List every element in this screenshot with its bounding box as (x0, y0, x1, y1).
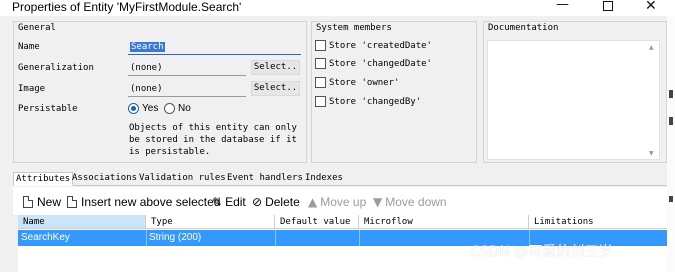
cell-attribute-name[interactable]: SearchKey (18, 230, 70, 246)
new-button[interactable]: New (23, 195, 61, 209)
tab-indexes[interactable]: Indexes (303, 172, 345, 186)
delete-icon: ⊘ (252, 195, 263, 209)
image-select-button[interactable]: Select.. (251, 81, 300, 96)
arrow-up-icon: ▲ (308, 195, 318, 209)
background-text-fragment (669, 117, 673, 125)
store-changed-date-checkbox[interactable] (315, 58, 326, 69)
store-owner-label[interactable]: Store 'owner' (329, 78, 399, 88)
store-created-date-label[interactable]: Store 'createdDate' (329, 41, 432, 51)
cell-attribute-type[interactable]: String (200) (146, 230, 201, 246)
column-divider (275, 230, 276, 246)
move-up-label: Move up (320, 195, 367, 209)
window-title: Properties of Entity 'MyFirstModule.Sear… (12, 0, 242, 14)
generalization-field[interactable]: (none) (128, 61, 246, 76)
store-changed-by-checkbox[interactable] (315, 96, 326, 107)
name-label: Name (18, 42, 40, 52)
column-header-default-value[interactable]: Default value (275, 215, 359, 229)
store-changed-by-label[interactable]: Store 'changedBy' (329, 97, 421, 107)
background-text-fragment (669, 90, 673, 98)
close-button[interactable]: ✕ (645, 0, 657, 14)
scroll-up-icon[interactable]: ▲ (649, 44, 654, 51)
pencil-icon: ✎ (212, 195, 223, 209)
tab-event-handlers[interactable]: Event handlers (225, 172, 305, 186)
store-changed-date-label[interactable]: Store 'changedDate' (329, 59, 432, 69)
name-value: Search (130, 42, 165, 52)
persistable-note-line: is persistable. (129, 147, 211, 157)
generalization-select-button[interactable]: Select.. (251, 60, 300, 75)
documentation-title: Documentation (488, 23, 559, 33)
new-document-icon (23, 196, 33, 208)
tab-associations[interactable]: Associations (70, 172, 139, 186)
image-label: Image (18, 84, 46, 94)
new-button-label: New (37, 195, 62, 209)
persistable-yes-radio[interactable] (128, 103, 139, 114)
insert-new-above-button[interactable]: Insert new above selected (67, 195, 220, 209)
arrow-down-icon: ▼ (373, 195, 383, 209)
column-divider (359, 230, 360, 246)
insert-new-above-label: Insert new above selected (81, 195, 221, 209)
maximize-button[interactable] (603, 1, 613, 11)
image-field[interactable]: (none) (128, 82, 246, 97)
tab-validation-rules[interactable]: Validation rules (137, 172, 228, 186)
insert-document-icon (67, 196, 77, 208)
scroll-down-icon[interactable]: ▼ (649, 150, 654, 157)
store-owner-checkbox[interactable] (315, 77, 326, 88)
tab-attributes[interactable]: Attributes (13, 172, 74, 186)
persistable-note-line: be stored in the database if it (129, 135, 297, 145)
generalization-label: Generalization (18, 63, 94, 73)
background-window-strip (667, 16, 675, 272)
persistable-yes-label[interactable]: Yes (142, 103, 158, 114)
persistable-label: Persistable (18, 104, 78, 114)
persistable-no-label[interactable]: No (178, 103, 191, 114)
background-text-fragment (669, 196, 673, 202)
move-up-button[interactable]: ▲ Move up (308, 195, 366, 209)
column-header-name[interactable]: Name (18, 215, 146, 229)
move-down-button[interactable]: ▼ Move down (373, 195, 447, 209)
edit-button[interactable]: ✎ Edit (212, 195, 246, 209)
title-bar: Properties of Entity 'MyFirstModule.Sear… (0, 0, 675, 16)
persistable-no-radio[interactable] (164, 103, 175, 114)
documentation-textarea[interactable]: ▲ ▼ (487, 40, 660, 160)
name-input[interactable]: Search (128, 40, 301, 55)
system-members-title: System members (316, 23, 392, 33)
column-header-limitations[interactable]: Limitations (529, 215, 667, 229)
store-created-date-checkbox[interactable] (315, 40, 326, 51)
delete-button[interactable]: ⊘ Delete (252, 195, 300, 209)
column-header-microflow[interactable]: Microflow (359, 215, 529, 229)
column-header-type[interactable]: Type (146, 215, 275, 229)
edit-label: Edit (225, 195, 246, 209)
watermark-text: CSDN @可爱的刘三岁 (470, 244, 613, 260)
minimize-button[interactable]: — (556, 0, 569, 13)
delete-label: Delete (265, 195, 300, 209)
persistable-note-line: Objects of this entity can only (129, 123, 297, 133)
general-group-title: General (18, 23, 56, 33)
move-down-label: Move down (385, 195, 447, 209)
